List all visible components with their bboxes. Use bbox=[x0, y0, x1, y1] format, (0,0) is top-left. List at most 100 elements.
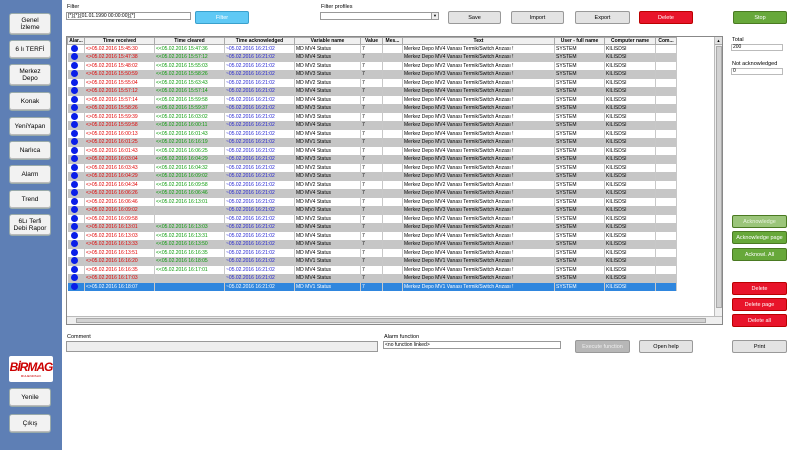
table-row[interactable]: <>05.02.2016 16:03:04 <<05.02.2016 16:04:… bbox=[67, 155, 677, 164]
sidebar-item-yeniyapan[interactable]: YeniYapan bbox=[9, 117, 51, 136]
col-message[interactable]: Mes... bbox=[382, 37, 403, 45]
col-time-cleared[interactable]: Time cleared bbox=[154, 37, 225, 45]
execute-function-button[interactable]: Execute function bbox=[575, 340, 630, 353]
col-value[interactable]: Value bbox=[360, 37, 383, 45]
total-value: 200 bbox=[731, 44, 783, 51]
table-row[interactable]: <>05.02.2016 15:45:30 <<05.02.2016 15:47:… bbox=[67, 44, 677, 53]
delete-all-button[interactable]: Delete all bbox=[732, 314, 787, 327]
cell-time-received: <>05.02.2016 16:16:35 bbox=[84, 265, 155, 274]
col-comment[interactable]: Com... bbox=[655, 37, 677, 45]
table-row[interactable]: <>05.02.2016 15:57:12 <<05.02.2016 15:57:… bbox=[67, 87, 677, 96]
delete-row-button[interactable]: Delete bbox=[732, 282, 787, 295]
scroll-up-icon[interactable]: ▲ bbox=[715, 37, 722, 45]
open-help-button[interactable]: Open help bbox=[639, 340, 693, 353]
table-row[interactable]: <>05.02.2016 16:16:35 <<05.02.2016 16:17:… bbox=[67, 265, 677, 274]
col-user[interactable]: User - full name bbox=[554, 37, 605, 45]
cell-time-acknowledged: ~05.02.2016 16:21:02 bbox=[224, 112, 295, 121]
sidebar-item-genel-izleme[interactable]: Genel İzleme bbox=[9, 13, 51, 35]
save-button[interactable]: Save bbox=[448, 11, 501, 24]
delete-page-button[interactable]: Delete page bbox=[732, 298, 787, 311]
alarm-state-icon bbox=[70, 231, 78, 239]
cell-value: 7 bbox=[360, 240, 383, 249]
export-button[interactable]: Export bbox=[575, 11, 630, 24]
table-row[interactable]: <>05.02.2016 16:04:29 <<05.02.2016 16:09:… bbox=[67, 172, 677, 181]
sidebar-item-konak[interactable]: Konak bbox=[9, 92, 51, 111]
cell-text: Merkez Depo MV4 Vanası Termik/Switch Arı… bbox=[402, 189, 555, 198]
sidebar-item-alarm[interactable]: Alarm bbox=[9, 165, 51, 184]
col-computer[interactable]: Computer name bbox=[604, 37, 656, 45]
acknowledge-page-button[interactable]: Acknowledge page bbox=[732, 231, 787, 244]
cell-comment bbox=[655, 44, 677, 53]
stop-button[interactable]: Stop bbox=[733, 11, 787, 24]
cell-time-acknowledged: ~05.02.2016 16:21:02 bbox=[224, 87, 295, 96]
cell-user: SYSTEM bbox=[554, 282, 605, 291]
cell-variable-name: MD MV3 Status bbox=[294, 112, 361, 121]
table-row[interactable]: <>05.02.2016 16:13:51 <<05.02.2016 16:16:… bbox=[67, 248, 677, 257]
table-row[interactable]: <>05.02.2016 16:13:03 <<05.02.2016 16:13:… bbox=[67, 231, 677, 240]
col-variable-name[interactable]: Variable name bbox=[294, 37, 361, 45]
scroll-thumb[interactable] bbox=[716, 46, 722, 308]
acknowledge-all-button[interactable]: Acknowl. All bbox=[732, 248, 787, 261]
table-row[interactable]: <>05.02.2016 16:01:43 <<05.02.2016 16:06:… bbox=[67, 146, 677, 155]
print-button[interactable]: Print bbox=[732, 340, 787, 353]
table-row[interactable]: <>05.02.2016 16:09:58 ~05.02.2016 16:21:0… bbox=[67, 214, 677, 223]
table-row[interactable]: <>05.02.2016 16:03:43 <<05.02.2016 16:04:… bbox=[67, 163, 677, 172]
table-row[interactable]: <>05.02.2016 15:58:26 <<05.02.2016 15:59:… bbox=[67, 104, 677, 113]
table-row[interactable]: <>05.02.2016 15:59:39 <<05.02.2016 16:03:… bbox=[67, 112, 677, 121]
alarm-table[interactable]: Alar... Time received Time cleared Time … bbox=[66, 36, 723, 325]
cell-time-received: <>05.02.2016 15:58:26 bbox=[84, 104, 155, 113]
table-row[interactable]: <>05.02.2016 16:06:46 <<05.02.2016 16:13:… bbox=[67, 197, 677, 206]
cell-time-received: <>05.02.2016 15:59:39 bbox=[84, 112, 155, 121]
cell-text: Merkez Depo MV4 Vanası Termik/Switch Arı… bbox=[402, 265, 555, 274]
table-row[interactable]: <>05.02.2016 16:13:33 <<05.02.2016 16:13:… bbox=[67, 240, 677, 249]
col-time-received[interactable]: Time received bbox=[84, 37, 155, 45]
sidebar-item-debi-rapor[interactable]: 6Lı Terfi Debi Rapor bbox=[9, 214, 51, 236]
chevron-down-icon[interactable]: ▼ bbox=[431, 13, 438, 19]
table-row[interactable]: <>05.02.2016 16:04:34 <<05.02.2016 16:09:… bbox=[67, 180, 677, 189]
cell-time-received: <>05.02.2016 16:06:26 bbox=[84, 189, 155, 198]
cell-text: Merkez Depo MV4 Vanası Termik/Switch Arı… bbox=[402, 53, 555, 62]
col-time-acknowledged[interactable]: Time acknowledged bbox=[224, 37, 295, 45]
sidebar-item-trend[interactable]: Trend bbox=[9, 190, 51, 209]
sidebar-item-merkez-depo[interactable]: Merkez Depo bbox=[9, 64, 51, 86]
col-text[interactable]: Text bbox=[402, 37, 555, 45]
cell-alarm bbox=[67, 265, 85, 274]
table-row[interactable]: <>05.02.2016 16:00:13 <<05.02.2016 16:01:… bbox=[67, 129, 677, 138]
cell-time-acknowledged: ~05.02.2016 16:21:02 bbox=[224, 282, 295, 291]
cell-message bbox=[382, 248, 403, 257]
import-button[interactable]: Import bbox=[511, 11, 564, 24]
exit-button[interactable]: Çıkış bbox=[9, 414, 51, 433]
filter-button[interactable]: Filter bbox=[195, 11, 249, 24]
col-alarm[interactable]: Alar... bbox=[67, 37, 85, 45]
cell-time-cleared bbox=[154, 282, 225, 291]
refresh-button[interactable]: Yenile bbox=[9, 388, 51, 407]
sidebar-item-narlica[interactable]: Narlıca bbox=[9, 141, 51, 160]
table-row[interactable]: <>05.02.2016 16:06:26 <<05.02.2016 16:06:… bbox=[67, 189, 677, 198]
table-row[interactable]: <>05.02.2016 15:59:58 <<05.02.2016 16:00:… bbox=[67, 121, 677, 130]
table-row[interactable]: <>05.02.2016 15:57:14 <<05.02.2016 15:59:… bbox=[67, 95, 677, 104]
table-row[interactable]: <>05.02.2016 16:16:20 <<05.02.2016 16:18:… bbox=[67, 257, 677, 266]
delete-button[interactable]: Delete bbox=[639, 11, 693, 24]
filter-field[interactable]: [*];[*];[01.01.1990 00:00:00];[*] bbox=[66, 12, 191, 20]
filter-profiles-dropdown[interactable]: ▼ bbox=[320, 12, 439, 20]
table-row[interactable]: <>05.02.2016 16:17:03 ~05.02.2016 16:21:0… bbox=[67, 274, 677, 283]
hscroll-thumb[interactable] bbox=[76, 318, 706, 323]
table-row[interactable]: <>05.02.2016 15:47:38 <<05.02.2016 15:57:… bbox=[67, 53, 677, 62]
comment-field[interactable] bbox=[66, 341, 378, 352]
cell-alarm bbox=[67, 257, 85, 266]
table-row[interactable]: <>05.02.2016 15:55:04 <<05.02.2016 15:63:… bbox=[67, 78, 677, 87]
table-row[interactable]: <>05.02.2016 15:48:02 <<05.02.2016 15:55:… bbox=[67, 61, 677, 70]
table-row[interactable]: <>05.02.2016 15:50:59 <<05.02.2016 15:58:… bbox=[67, 70, 677, 79]
cell-alarm bbox=[67, 138, 85, 147]
horizontal-scrollbar[interactable] bbox=[67, 316, 722, 324]
table-row[interactable]: <>05.02.2016 16:18:07 ~05.02.2016 16:21:0… bbox=[67, 282, 677, 291]
table-row[interactable]: <>05.02.2016 16:13:01 <<05.02.2016 16:13:… bbox=[67, 223, 677, 232]
table-row[interactable]: <>05.02.2016 16:09:02 ~05.02.2016 16:21:0… bbox=[67, 206, 677, 215]
alarm-state-icon bbox=[70, 87, 78, 95]
cell-time-received: <>05.02.2016 16:17:03 bbox=[84, 274, 155, 283]
acknowledge-button[interactable]: Acknowledge bbox=[732, 215, 787, 228]
table-row[interactable]: <>05.02.2016 16:01:25 <<05.02.2016 16:16:… bbox=[67, 138, 677, 147]
vertical-scrollbar[interactable]: ▲ bbox=[714, 37, 722, 318]
cell-value: 7 bbox=[360, 248, 383, 257]
sidebar-item-6li-terfi[interactable]: 6 lı TERFİ bbox=[9, 40, 51, 59]
